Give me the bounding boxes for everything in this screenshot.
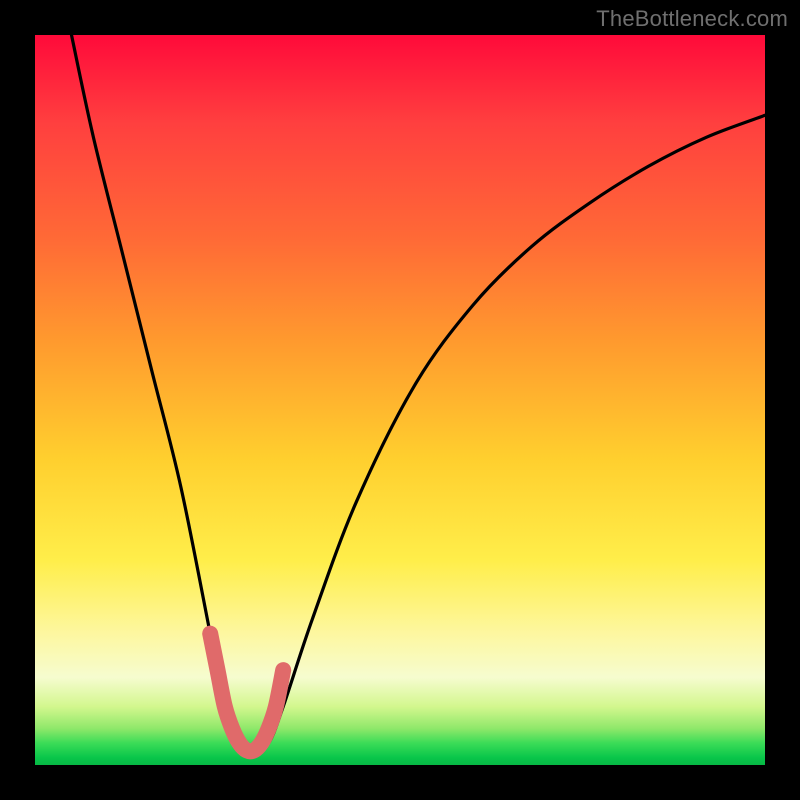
plot-area <box>35 35 765 765</box>
optimal-region-highlight <box>210 634 283 752</box>
chart-frame: TheBottleneck.com <box>0 0 800 800</box>
bottleneck-curve <box>72 35 766 750</box>
watermark-text: TheBottleneck.com <box>596 6 788 32</box>
curve-svg <box>35 35 765 765</box>
